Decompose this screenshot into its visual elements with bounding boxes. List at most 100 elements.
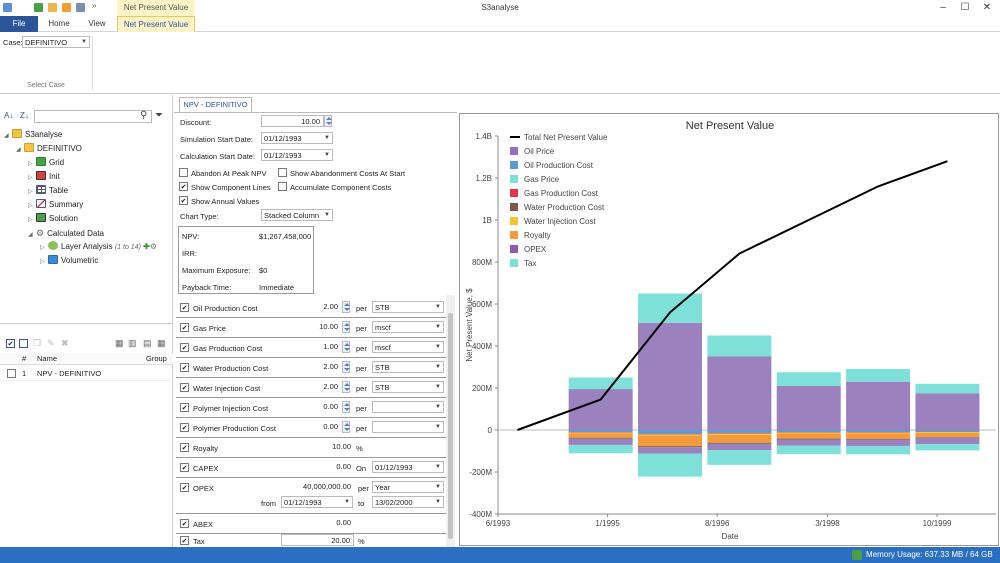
close-icon[interactable]: ✕: [977, 2, 997, 13]
tree-item-table[interactable]: ▷ Table: [28, 185, 68, 198]
search-icon[interactable]: ⚲: [140, 110, 147, 121]
accumulate-checkbox[interactable]: [278, 182, 287, 191]
opex-from-date[interactable]: 01/12/1993 ▼: [281, 496, 353, 508]
sort-ascending-icon[interactable]: A↓: [4, 111, 13, 120]
expand-icon[interactable]: ▷: [40, 242, 48, 254]
grid-view-icon[interactable]: ▦: [115, 338, 124, 349]
param-scrollbar[interactable]: [446, 295, 455, 547]
show-abandonment-checkbox[interactable]: [278, 168, 287, 177]
chart-type-select[interactable]: Stacked Column ▼: [261, 209, 333, 221]
expand-icon[interactable]: ▷: [28, 186, 36, 198]
param-spinner[interactable]: [342, 321, 350, 333]
add-icon[interactable]: ✚: [143, 242, 150, 251]
param-value-input[interactable]: 10.00: [281, 441, 354, 453]
expand-icon[interactable]: ▷: [28, 158, 36, 170]
tab-net-present-value[interactable]: Net Present Value: [117, 16, 195, 32]
param-unit-select[interactable]: mscf ▼: [372, 341, 444, 353]
param-spinner[interactable]: [342, 341, 350, 353]
collapse-icon[interactable]: ◢: [28, 229, 36, 241]
param-checkbox[interactable]: [180, 536, 189, 545]
param-checkbox[interactable]: [180, 323, 189, 332]
select-all-checkbox[interactable]: [6, 339, 15, 348]
tab-home[interactable]: Home: [44, 16, 74, 32]
param-checkbox[interactable]: [180, 403, 189, 412]
filter-icon[interactable]: ⏷: [155, 110, 163, 121]
abandon-peak-checkbox[interactable]: [179, 168, 188, 177]
delete-icon[interactable]: ✖: [61, 338, 69, 349]
param-value-input[interactable]: 10.00: [281, 321, 341, 333]
tax-value-input[interactable]: 20.00: [281, 534, 354, 546]
tree-item-layer-analysis[interactable]: ▷ Layer Analysis (1 to 14) ✚⚙: [40, 241, 157, 254]
collapse-icon[interactable]: ◢: [16, 144, 24, 156]
param-spinner[interactable]: [342, 381, 350, 393]
edit-icon[interactable]: ✎: [47, 338, 55, 349]
minimize-icon[interactable]: –: [933, 2, 953, 13]
row-view-icon[interactable]: ▤: [143, 338, 152, 349]
copy-icon[interactable]: ❐: [33, 338, 41, 349]
param-unit-select[interactable]: 01/12/1993 ▼: [372, 461, 444, 473]
deselect-all-checkbox[interactable]: [19, 339, 28, 348]
param-value-input[interactable]: 0.00: [281, 461, 354, 473]
param-checkbox[interactable]: [180, 303, 189, 312]
tree-item-volumetric[interactable]: ▷ Volumetric: [40, 255, 98, 268]
gear-icon[interactable]: ⚙: [150, 242, 157, 251]
case-select[interactable]: DEFINITIVO ▼: [22, 36, 90, 48]
case-list-row[interactable]: 1 NPV - DEFINITIVO: [0, 367, 173, 381]
calc-start-date-picker[interactable]: 01/12/1993 ▼: [261, 149, 333, 161]
tab-file[interactable]: File: [0, 16, 38, 32]
param-checkbox[interactable]: [180, 383, 189, 392]
opex-unit-select[interactable]: Year ▼: [372, 481, 444, 493]
param-checkbox[interactable]: [180, 423, 189, 432]
tree-item-root[interactable]: ◢ S3analyse: [4, 129, 62, 142]
param-unit-select[interactable]: ▼: [372, 421, 444, 433]
param-checkbox[interactable]: [180, 463, 189, 472]
expand-icon[interactable]: ▷: [28, 214, 36, 226]
param-spinner[interactable]: [342, 301, 350, 313]
tree-item-solution[interactable]: ▷ Solution: [28, 213, 78, 226]
discount-spinner[interactable]: [324, 115, 332, 127]
param-checkbox[interactable]: [180, 483, 189, 492]
param-value-input[interactable]: 2.00: [281, 381, 341, 393]
param-spinner[interactable]: [342, 421, 350, 433]
param-value-input[interactable]: 0.00: [281, 401, 341, 413]
param-checkbox[interactable]: [180, 363, 189, 372]
column-header-group[interactable]: Group: [146, 353, 167, 365]
opex-value-input[interactable]: 40,000,000.00: [281, 481, 354, 493]
tab-view[interactable]: View: [82, 16, 112, 32]
param-spinner[interactable]: [342, 401, 350, 413]
tree-item-case[interactable]: ◢ DEFINITIVO: [16, 143, 82, 156]
param-value-input[interactable]: 0.00: [281, 421, 341, 433]
param-checkbox[interactable]: [180, 343, 189, 352]
doc-tab-npv[interactable]: NPV - DEFINITIVO: [179, 97, 252, 112]
show-component-lines-checkbox[interactable]: [179, 182, 188, 191]
param-unit-select[interactable]: ▼: [372, 401, 444, 413]
tree-item-summary[interactable]: ▷ Summary: [28, 199, 83, 212]
tree-item-calculated-data[interactable]: ◢ ⚙ Calculated Data: [28, 227, 104, 241]
param-unit-select[interactable]: STB ▼: [372, 381, 444, 393]
column-view-icon[interactable]: ▥: [128, 338, 137, 349]
param-unit-select[interactable]: STB ▼: [372, 301, 444, 313]
param-value-input[interactable]: 1.00: [281, 341, 341, 353]
discount-input[interactable]: 10.00: [261, 115, 324, 127]
opex-to-date[interactable]: 13/02/2000 ▼: [372, 496, 444, 508]
expand-icon[interactable]: ▷: [40, 256, 48, 268]
tree-search-input[interactable]: [34, 110, 152, 123]
collapse-icon[interactable]: ◢: [4, 130, 12, 142]
param-checkbox[interactable]: [180, 519, 189, 528]
param-checkbox[interactable]: [180, 443, 189, 452]
param-unit-select[interactable]: STB ▼: [372, 361, 444, 373]
row-checkbox[interactable]: [7, 369, 16, 378]
expand-icon[interactable]: ▷: [28, 200, 36, 212]
sort-descending-icon[interactable]: Z↓: [20, 111, 29, 120]
column-header-name[interactable]: Name: [37, 353, 57, 365]
param-value-input[interactable]: 2.00: [281, 301, 341, 313]
param-value-input[interactable]: 2.00: [281, 361, 341, 373]
tree-item-init[interactable]: ▷ Init: [28, 171, 60, 184]
param-unit-select[interactable]: mscf ▼: [372, 321, 444, 333]
tree-item-grid[interactable]: ▷ Grid: [28, 157, 64, 170]
split-view-icon[interactable]: ▦: [157, 338, 166, 349]
show-annual-checkbox[interactable]: [179, 196, 188, 205]
abex-value-input[interactable]: 0.00: [281, 517, 354, 529]
param-scrollbar-thumb[interactable]: [448, 313, 453, 539]
param-spinner[interactable]: [342, 361, 350, 373]
